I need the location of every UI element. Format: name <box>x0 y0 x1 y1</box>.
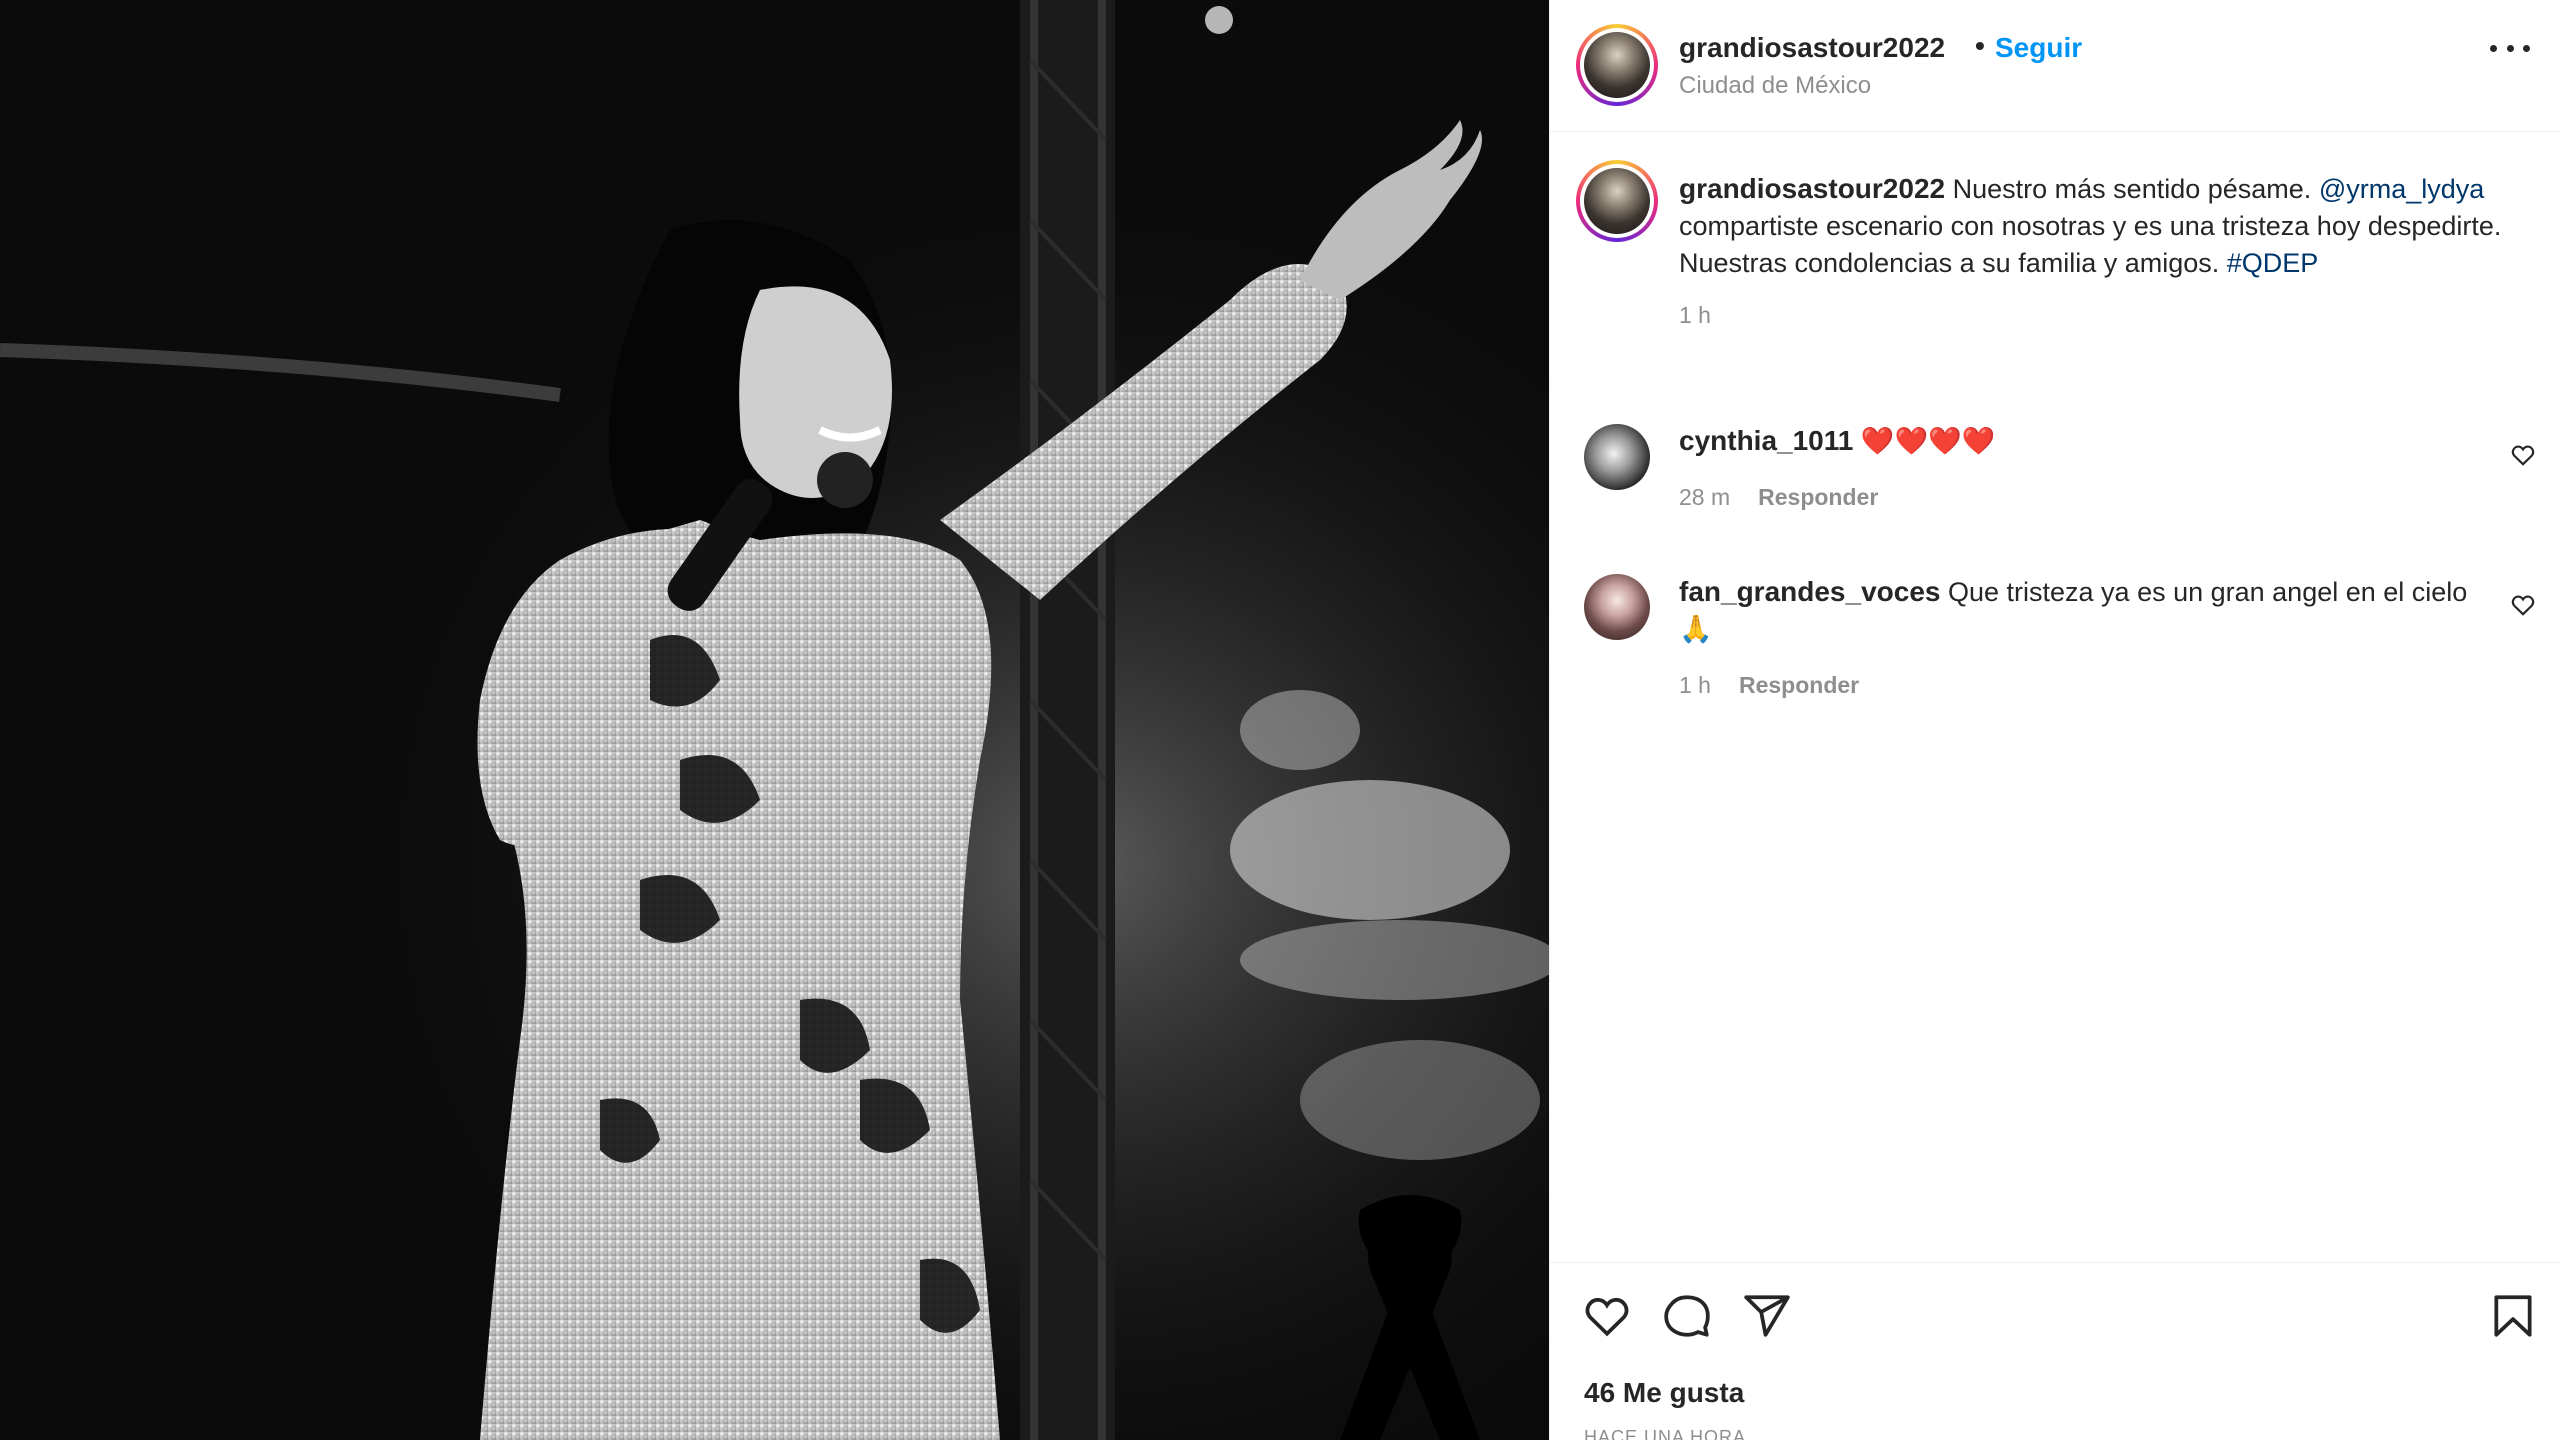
comment-meta: 28 m Responder <box>1679 484 2519 511</box>
comment-avatar[interactable] <box>1584 574 1650 640</box>
caption-text-part1: Nuestro más sentido pésame. <box>1952 174 2312 204</box>
post-header: grandiosastour2022 • Seguir Ciudad de Mé… <box>1550 0 2560 132</box>
likes-count[interactable]: 46 Me gusta <box>1584 1377 1744 1409</box>
caption-text-part2: compartiste escenario con nosotras y es … <box>1679 211 2502 278</box>
comment-time[interactable]: 1 h <box>1679 672 1711 698</box>
author-username[interactable]: grandiosastour2022 <box>1679 32 1945 64</box>
caption-mention[interactable]: @yrma_lydya <box>2319 174 2484 204</box>
comment-avatar[interactable] <box>1584 424 1650 490</box>
heart-icon[interactable] <box>1582 1291 1632 1341</box>
comment-like-heart-icon[interactable] <box>2510 592 2536 618</box>
location-link[interactable]: Ciudad de México <box>1679 72 1871 100</box>
post-actions: 46 Me gusta HACE UNA HORA <box>1550 1262 2560 1440</box>
caption-time[interactable]: 1 h <box>1679 302 1711 328</box>
comment-time[interactable]: 28 m <box>1679 484 1730 510</box>
comment-icon[interactable] <box>1662 1291 1712 1341</box>
post-caption: grandiosastour2022 Nuestro más sentido p… <box>1679 170 2519 329</box>
caption-hashtag[interactable]: #QDEP <box>2227 248 2319 278</box>
bookmark-icon[interactable] <box>2488 1291 2538 1341</box>
concert-photo-illustration <box>0 0 1549 1440</box>
instagram-post-view: grandiosastour2022 • Seguir Ciudad de Mé… <box>0 0 2560 1440</box>
post-side-panel: grandiosastour2022 • Seguir Ciudad de Mé… <box>1549 0 2560 1440</box>
comment-body: fan_grandes_voces Que tristeza ya es un … <box>1679 573 2499 648</box>
comment-item: fan_grandes_voces Que tristeza ya es un … <box>1679 573 2499 699</box>
comment-item: cynthia_1011 ❤️❤️❤️❤️ 28 m Responder <box>1679 422 2519 511</box>
post-time-ago[interactable]: HACE UNA HORA <box>1584 1427 1746 1440</box>
caption-text: grandiosastour2022 Nuestro más sentido p… <box>1679 170 2519 282</box>
comment-body: cynthia_1011 ❤️❤️❤️❤️ <box>1679 422 2519 460</box>
comment-like-heart-icon[interactable] <box>2510 442 2536 468</box>
author-avatar[interactable] <box>1576 24 1658 106</box>
comment-username[interactable]: fan_grandes_voces <box>1679 576 1940 607</box>
caption-username[interactable]: grandiosastour2022 <box>1679 173 1945 204</box>
send-icon[interactable] <box>1742 1291 1792 1341</box>
comment-meta: 1 h Responder <box>1679 672 2499 699</box>
reply-button[interactable]: Responder <box>1739 672 1859 698</box>
reply-button[interactable]: Responder <box>1758 484 1878 510</box>
caption-author-avatar[interactable] <box>1576 160 1658 242</box>
post-photo[interactable] <box>0 0 1549 1440</box>
comment-text: ❤️❤️❤️❤️ <box>1860 426 1996 456</box>
comment-username[interactable]: cynthia_1011 <box>1679 425 1853 456</box>
follow-button[interactable]: Seguir <box>1995 32 2082 64</box>
caption-meta: 1 h <box>1679 302 2519 329</box>
separator-dot: • <box>1975 30 1985 61</box>
more-horizontal-icon[interactable] <box>2490 38 2530 58</box>
